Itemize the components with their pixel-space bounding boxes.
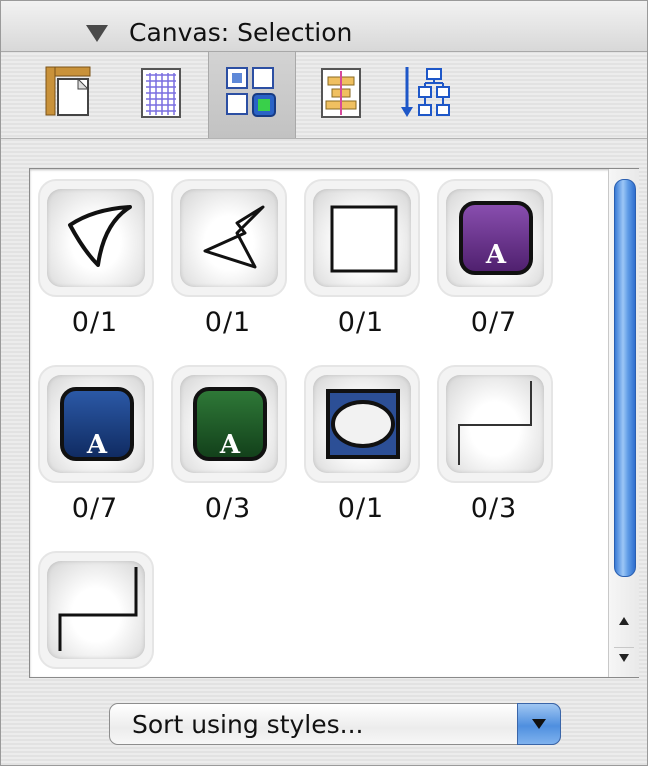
vertical-scrollbar[interactable] <box>608 169 639 677</box>
chevron-down-icon[interactable] <box>517 703 561 745</box>
blue-text-box-icon: A <box>60 387 134 461</box>
scrollbar-thumb[interactable] <box>614 179 636 577</box>
sort-styles-popup[interactable]: Sort using styles... <box>109 703 561 745</box>
scroll-down-arrow-icon[interactable] <box>614 647 634 668</box>
style-well[interactable] <box>304 179 420 297</box>
curved-shape-icon <box>68 205 132 267</box>
rectangle-shape-icon <box>330 205 398 273</box>
grid-page-icon <box>141 68 181 118</box>
list-item[interactable]: 0/1 <box>36 177 154 338</box>
style-usage-count: 0/1 <box>204 307 252 338</box>
style-usage-count: 0/1 <box>71 307 119 338</box>
style-well[interactable] <box>38 551 154 669</box>
purple-text-box-icon: A <box>459 201 533 275</box>
list-item[interactable]: A 0/7 <box>435 177 553 338</box>
style-well[interactable] <box>38 179 154 297</box>
disclosure-triangle-icon[interactable] <box>86 25 108 42</box>
svg-text:A: A <box>86 430 108 460</box>
selection-styles-tab[interactable] <box>208 52 296 138</box>
style-usage-count: 0/7 <box>71 493 119 524</box>
list-item[interactable] <box>36 549 154 679</box>
style-well[interactable]: A <box>437 179 553 297</box>
style-usage-count: 0/7 <box>470 307 518 338</box>
hierarchy-icon <box>401 67 450 117</box>
style-well[interactable]: A <box>38 365 154 483</box>
style-well[interactable]: A <box>171 365 287 483</box>
align-tab[interactable] <box>299 52 385 138</box>
style-usage-count: 0/3 <box>204 493 252 524</box>
sort-popup-label: Sort using styles... <box>132 710 364 739</box>
style-usage-count: 0/1 <box>337 493 385 524</box>
inspector-toolbar <box>1 52 647 139</box>
style-well[interactable] <box>304 365 420 483</box>
style-usage-count: 0/1 <box>337 307 385 338</box>
styles-list[interactable]: 0/1 0/1 0/1 A 0/7 A 0/7 A 0/3 0/1 0/3 <box>29 168 639 678</box>
list-item[interactable]: A 0/3 <box>169 363 287 524</box>
polyline-shape-icon <box>203 205 265 269</box>
green-text-box-icon: A <box>193 387 267 461</box>
list-item[interactable]: 0/1 <box>302 177 420 338</box>
style-usage-count: 0/3 <box>470 493 518 524</box>
title-bar[interactable]: Canvas: Selection <box>1 1 647 52</box>
layout-tab[interactable] <box>386 52 472 138</box>
canvas-size-tab[interactable] <box>29 52 115 138</box>
selection-styles-icon <box>226 67 276 117</box>
svg-text:A: A <box>485 240 507 270</box>
panel-title: Canvas: Selection <box>129 18 353 47</box>
scroll-up-arrow-icon[interactable] <box>614 611 634 631</box>
ellipse-shape-icon <box>326 389 400 459</box>
list-item[interactable]: 0/1 <box>169 177 287 338</box>
grid-tab[interactable] <box>119 52 205 138</box>
orthogonal-line-icon <box>58 567 138 651</box>
list-item[interactable]: A 0/7 <box>36 363 154 524</box>
ruler-page-icon <box>45 66 91 116</box>
list-item[interactable]: 0/3 <box>435 363 553 524</box>
inspector-panel: Canvas: Selection 0/1 0/1 0/1 A 0/7 A 0/… <box>0 0 648 766</box>
align-icon <box>321 68 361 118</box>
style-well[interactable] <box>171 179 287 297</box>
style-well[interactable] <box>437 365 553 483</box>
svg-text:A: A <box>219 430 241 460</box>
elbow-line-icon <box>458 381 532 465</box>
list-item[interactable]: 0/1 <box>302 363 420 524</box>
